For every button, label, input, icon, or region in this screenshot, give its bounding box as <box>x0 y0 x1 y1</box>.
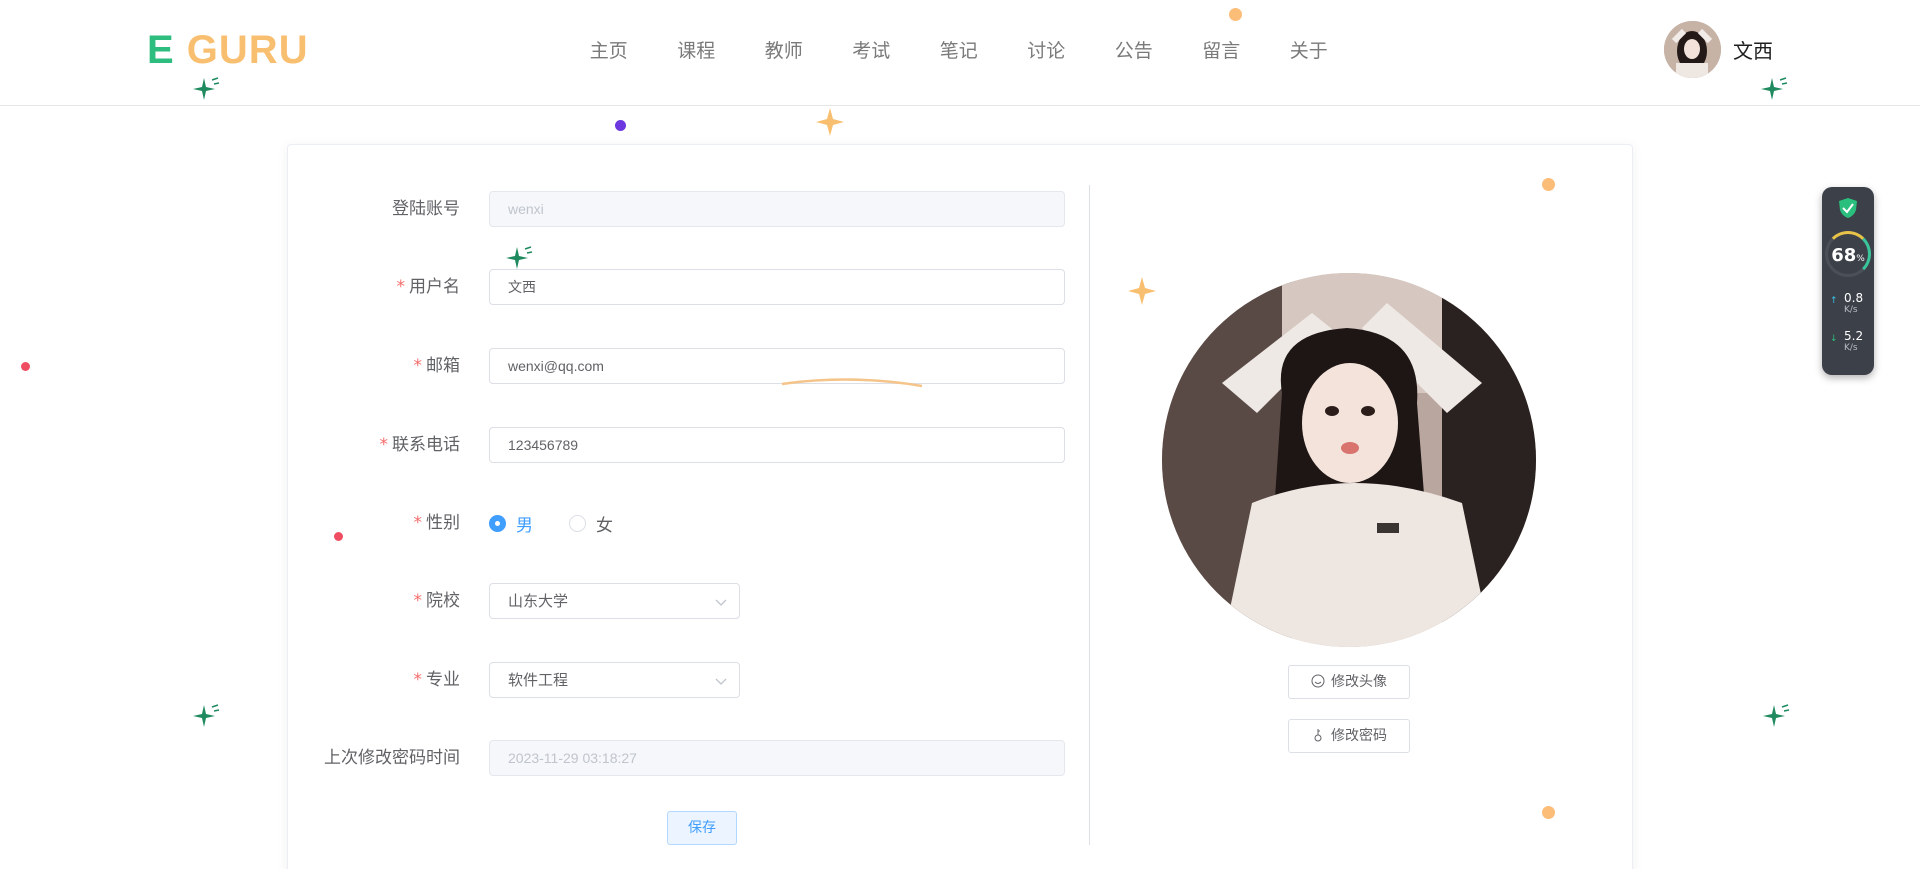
vertical-divider <box>1089 185 1090 845</box>
network-monitor-widget[interactable]: 68% ↑ 0.8 K/s ↓ 5.2 K/s <box>1822 187 1874 375</box>
school-row: * 院校 山东大学 <box>288 583 1068 619</box>
dot-decoration <box>615 120 626 131</box>
gender-radio-group: 男 女 <box>489 505 649 541</box>
upload-arrow-icon: ↑ <box>1830 296 1838 306</box>
required-mark: * <box>413 670 423 690</box>
major-select-value: 软件工程 <box>508 671 569 689</box>
radio-checked-icon[interactable] <box>489 514 506 532</box>
radio-unchecked-icon[interactable] <box>569 514 586 532</box>
last-pwd-change-input: 2023-11-29 03:18:27 <box>489 740 1065 776</box>
sparkle-icon <box>1763 704 1790 727</box>
star-icon <box>1128 277 1156 305</box>
gender-row: * 性别 男 女 <box>288 505 1068 541</box>
account-input: wenxi <box>489 191 1065 227</box>
nav-item-about[interactable]: 关于 <box>1265 36 1353 63</box>
shield-icon <box>1839 198 1857 218</box>
change-password-button[interactable]: 修改密码 <box>1288 719 1410 753</box>
nav-item-teachers[interactable]: 教师 <box>740 36 828 63</box>
dot-decoration <box>21 362 30 371</box>
phone-label: * 联系电话 <box>379 435 461 455</box>
username-label: * 用户名 <box>396 277 461 297</box>
school-select[interactable]: 山东大学 <box>489 583 740 619</box>
phone-input[interactable]: 123456789 <box>489 427 1065 463</box>
nav-item-exams[interactable]: 考试 <box>828 36 916 63</box>
email-input[interactable]: wenxi@qq.com <box>489 348 1065 384</box>
username-row: * 用户名 文西 <box>288 269 1068 305</box>
logo-guru: GURU <box>174 28 309 72</box>
required-mark: * <box>413 591 423 611</box>
required-mark: * <box>413 356 423 376</box>
major-label: * 专业 <box>413 670 461 690</box>
top-navbar: E GURU 主页 课程 教师 考试 笔记 讨论 公告 留言 关于 文西 <box>0 0 1920 106</box>
sparkle-icon <box>193 77 220 100</box>
star-icon <box>816 108 844 136</box>
major-row: * 专业 软件工程 <box>288 662 1068 698</box>
sparkle-icon <box>1761 77 1788 100</box>
dot-decoration <box>1542 178 1555 191</box>
sparkle-icon <box>193 704 220 727</box>
gender-radio-male[interactable]: 男 <box>489 511 533 536</box>
account-label: 登陆账号 <box>392 199 460 219</box>
major-select[interactable]: 软件工程 <box>489 662 740 698</box>
chevron-down-icon <box>715 599 727 606</box>
last-pwd-change-label: 上次修改密码时间 <box>324 748 460 768</box>
profile-card: 登陆账号 wenxi * 用户名 文西 * 邮箱 wenxi@qq.com * 联系电… <box>287 144 1633 869</box>
email-label: * 邮箱 <box>413 356 461 376</box>
nav-item-messages[interactable]: 留言 <box>1178 36 1266 63</box>
nav-item-home[interactable]: 主页 <box>565 36 653 63</box>
last-pwd-change-row: 上次修改密码时间 2023-11-29 03:18:27 <box>288 740 1068 776</box>
curve-decoration <box>781 378 923 388</box>
download-arrow-icon: ↓ <box>1830 334 1838 344</box>
dot-decoration <box>1229 8 1242 21</box>
smile-icon <box>1311 674 1325 688</box>
main-nav: 主页 课程 教师 考试 笔记 讨论 公告 留言 关于 <box>565 36 1353 63</box>
logo-e: E <box>147 28 175 72</box>
required-mark: * <box>413 513 423 533</box>
email-row: * 邮箱 wenxi@qq.com <box>288 348 1068 384</box>
school-select-value: 山东大学 <box>508 592 569 610</box>
nav-item-announcements[interactable]: 公告 <box>1090 36 1178 63</box>
change-avatar-button[interactable]: 修改头像 <box>1288 665 1410 699</box>
gender-radio-female[interactable]: 女 <box>569 511 613 536</box>
save-button[interactable]: 保存 <box>667 811 737 845</box>
nav-item-notes[interactable]: 笔记 <box>915 36 1003 63</box>
user-menu[interactable]: 文西 <box>1664 21 1773 78</box>
site-logo[interactable]: E GURU <box>147 28 309 73</box>
dot-decoration <box>1542 806 1555 819</box>
required-mark: * <box>396 277 406 297</box>
key-icon <box>1314 729 1322 742</box>
username-input[interactable]: 文西 <box>489 269 1065 305</box>
nav-item-discussion[interactable]: 讨论 <box>1003 36 1091 63</box>
dot-decoration <box>334 532 343 541</box>
download-speed: ↓ 5.2 K/s <box>1830 329 1864 353</box>
upload-speed: ↑ 0.8 K/s <box>1830 291 1864 315</box>
usage-percent: 68% <box>1831 245 1865 266</box>
required-mark: * <box>379 435 389 455</box>
chevron-down-icon <box>715 678 727 685</box>
account-row: 登陆账号 wenxi <box>288 191 1068 227</box>
school-label: * 院校 <box>413 591 461 611</box>
phone-row: * 联系电话 123456789 <box>288 427 1068 463</box>
sparkle-icon <box>506 246 533 269</box>
gender-label: * 性别 <box>413 513 461 533</box>
nav-item-courses[interactable]: 课程 <box>653 36 741 63</box>
user-name[interactable]: 文西 <box>1733 35 1773 64</box>
profile-avatar <box>1162 273 1536 647</box>
user-avatar[interactable] <box>1664 21 1721 78</box>
